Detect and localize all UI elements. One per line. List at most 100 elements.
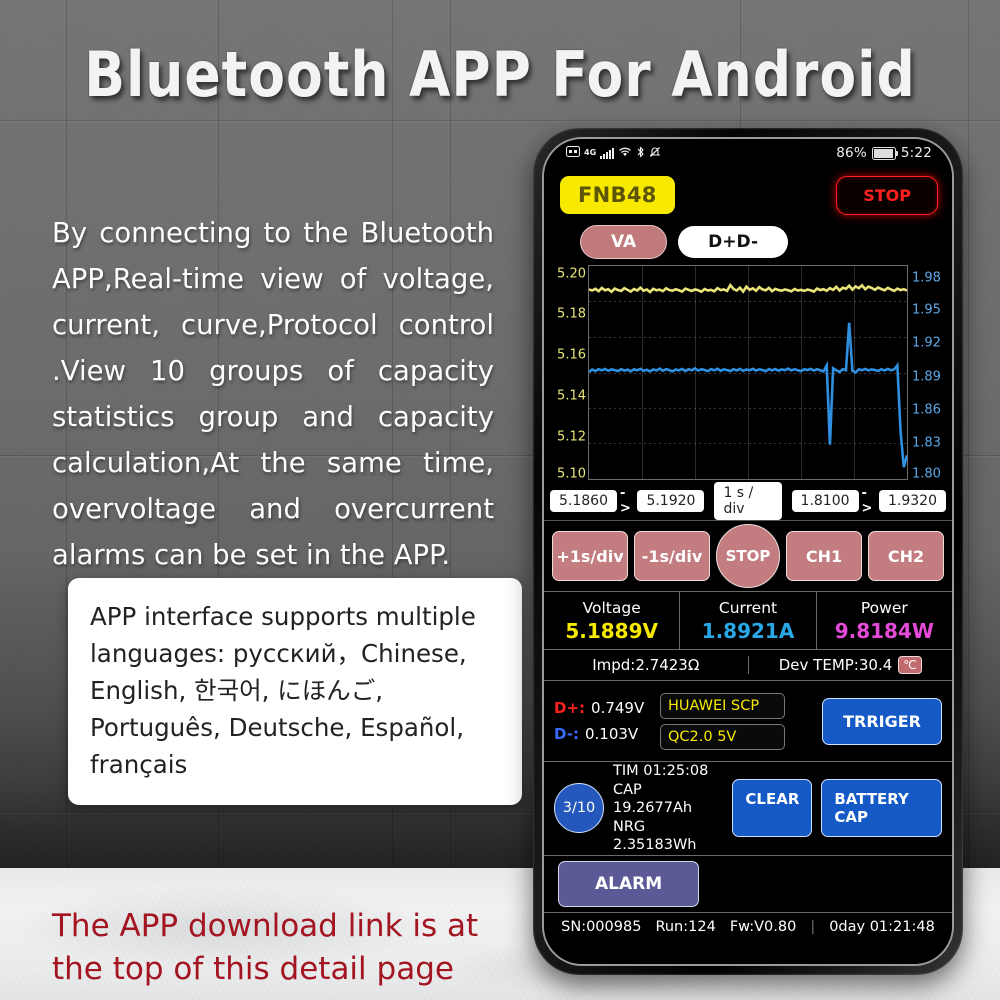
device-name-button[interactable]: FNB48 xyxy=(560,176,675,214)
device-info-footer: SN:000985 Run:124 Fw:V0.80 | 0day 01:21:… xyxy=(544,911,952,965)
data-line-voltages: D+: 0.749V D-: 0.103V xyxy=(554,699,650,743)
channel-2-button[interactable]: CH2 xyxy=(868,531,944,581)
power-value: 9.8184W xyxy=(834,618,934,643)
phone-bezel: 4G 86% 5:22 FNB48 STOP VA D+D- 5.20 5.18… xyxy=(542,137,954,966)
current-line xyxy=(589,323,907,467)
left-tick-5: 5.10 xyxy=(557,466,586,482)
page-title: Bluetooth APP For Android xyxy=(84,38,916,111)
alarm-row: ALARM xyxy=(544,856,952,912)
impedance-temp-row: Impd:2.7423Ω Dev TEMP:30.4 ℃ xyxy=(544,650,952,681)
intro-paragraph: By connecting to the Bluetooth APP,Real-… xyxy=(52,216,494,571)
power-label: Power xyxy=(860,598,908,617)
capacity-panel: 3/10 TIM 01:25:08 CAP 19.2677Ah NRG 2.35… xyxy=(544,762,952,856)
protocol-detected-boxes: HUAWEI SCP QC2.0 5V xyxy=(660,692,785,750)
right-tick-1: 1.95 xyxy=(912,302,941,318)
current-value: 1.8921A xyxy=(701,618,795,643)
current-label: Current xyxy=(718,598,778,617)
chart-left-axis: 5.20 5.18 5.16 5.14 5.12 5.10 xyxy=(548,265,588,482)
dminus-row: D-: 0.103V xyxy=(554,725,650,743)
scope-chart: 5.20 5.18 5.16 5.14 5.12 5.10 1.98 1.95 … xyxy=(544,261,952,482)
footer-divider: | xyxy=(810,918,816,935)
stop-button[interactable]: STOP xyxy=(836,175,938,215)
dminus-label: D-: xyxy=(554,725,579,743)
voltage-range-arrow-icon: -> xyxy=(620,486,631,516)
left-tick-3: 5.14 xyxy=(557,388,586,404)
right-tick-4: 1.86 xyxy=(912,402,941,418)
right-tick-6: 1.80 xyxy=(912,466,941,482)
firmware-version: Fw:V0.80 xyxy=(729,918,797,935)
range-readout-row: 5.1860 -> 5.1920 1 s / div 1.8100 -> 1.9… xyxy=(544,482,952,520)
clear-button[interactable]: CLEAR xyxy=(732,779,813,838)
channel-1-button[interactable]: CH1 xyxy=(786,531,862,581)
voltage-value: 5.1889V xyxy=(565,618,658,643)
left-tick-2: 5.16 xyxy=(557,347,586,363)
left-tick-1: 5.18 xyxy=(557,306,586,322)
power-measurement: Power 9.8184W xyxy=(815,592,952,649)
scope-controls: +1s/div -1s/div STOP CH1 CH2 xyxy=(544,520,952,591)
chart-plot-area[interactable] xyxy=(588,265,908,480)
dplus-label: D+: xyxy=(554,699,586,717)
current-max-field[interactable]: 1.9320 xyxy=(879,490,946,512)
download-note: The APP download link is at the top of t… xyxy=(52,908,479,987)
protocol-panel: D+: 0.749V D-: 0.103V HUAWEI SCP QC2.0 5… xyxy=(544,681,952,762)
status-bar: 4G 86% 5:22 xyxy=(544,139,952,167)
app-header: FNB48 STOP xyxy=(544,167,952,223)
chart-right-axis: 1.98 1.95 1.92 1.89 1.86 1.83 1.80 xyxy=(908,265,948,482)
voltage-line xyxy=(589,285,907,292)
voltage-max-field[interactable]: 5.1920 xyxy=(637,490,705,512)
protocol-secondary: QC2.0 5V xyxy=(660,723,785,750)
left-tick-0: 5.20 xyxy=(557,266,586,282)
device-temperature-label: Dev TEMP:30.4 xyxy=(778,656,893,674)
dplus-row: D+: 0.749V xyxy=(554,699,650,717)
right-tick-3: 1.89 xyxy=(912,369,941,385)
impedance-value: Impd:2.7423Ω xyxy=(592,656,700,674)
battery-percent: 86% xyxy=(836,145,867,161)
clock: 5:22 xyxy=(900,145,932,161)
language-support-text: APP interface supports multiple language… xyxy=(90,602,476,779)
battery-cap-button[interactable]: BATTERY CAP xyxy=(821,779,942,838)
current-measurement: Current 1.8921A xyxy=(679,592,815,649)
voltage-label: Voltage xyxy=(582,598,641,617)
phone-mockup: 4G 86% 5:22 FNB48 STOP VA D+D- 5.20 5.18… xyxy=(533,128,963,975)
capacity-wh: NRG 2.35183Wh xyxy=(613,818,697,854)
current-min-field[interactable]: 1.8100 xyxy=(791,490,859,512)
view-tabs: VA D+D- xyxy=(544,223,952,261)
right-tick-0: 1.98 xyxy=(912,270,941,286)
device-temperature: Dev TEMP:30.4 ℃ xyxy=(747,656,953,674)
capacity-stats: TIM 01:25:08 CAP 19.2677Ah NRG 2.35183Wh xyxy=(613,762,723,855)
right-tick-2: 1.92 xyxy=(912,335,941,351)
decrease-timebase-button[interactable]: -1s/div xyxy=(634,531,710,581)
timebase-field[interactable]: 1 s / div xyxy=(714,482,782,520)
tab-va[interactable]: VA xyxy=(580,225,668,259)
language-support-card: APP interface supports multiple language… xyxy=(68,578,522,805)
capacity-ah: CAP 19.2677Ah xyxy=(613,781,693,817)
chart-series-svg xyxy=(589,266,907,479)
scope-stop-button[interactable]: STOP xyxy=(716,524,780,588)
protocol-primary: HUAWEI SCP xyxy=(660,692,785,719)
left-tick-4: 5.12 xyxy=(557,429,586,445)
measurement-panel: Voltage 5.1889V Current 1.8921A Power 9.… xyxy=(544,591,952,650)
phone-screen: 4G 86% 5:22 FNB48 STOP VA D+D- 5.20 5.18… xyxy=(544,139,952,964)
trigger-button[interactable]: TRRIGER xyxy=(822,697,942,745)
run-count: Run:124 xyxy=(655,918,716,935)
current-range-arrow-icon: -> xyxy=(861,486,873,516)
celsius-unit-badge[interactable]: ℃ xyxy=(898,656,922,674)
voltage-min-field[interactable]: 5.1860 xyxy=(550,490,617,512)
uptime: 0day 01:21:48 xyxy=(829,918,935,935)
serial-number: SN:000985 xyxy=(561,918,642,935)
right-tick-5: 1.83 xyxy=(912,435,941,451)
wifi-icon xyxy=(618,146,632,160)
bluetooth-icon xyxy=(636,146,645,161)
dplus-value: 0.749V xyxy=(591,699,645,717)
mms-icon xyxy=(566,146,580,160)
capacity-time: TIM 01:25:08 xyxy=(613,763,709,779)
battery-icon xyxy=(871,146,899,160)
tab-dplus-dminus[interactable]: D+D- xyxy=(678,226,789,258)
signal-bars-icon xyxy=(600,147,615,159)
alarm-button[interactable]: ALARM xyxy=(558,860,700,907)
4g-signal-icon: 4G xyxy=(584,148,597,157)
dminus-value: 0.103V xyxy=(584,725,639,743)
increase-timebase-button[interactable]: +1s/div xyxy=(552,531,628,581)
capacity-group-selector[interactable]: 3/10 xyxy=(554,783,604,834)
voltage-measurement: Voltage 5.1889V xyxy=(544,592,679,649)
